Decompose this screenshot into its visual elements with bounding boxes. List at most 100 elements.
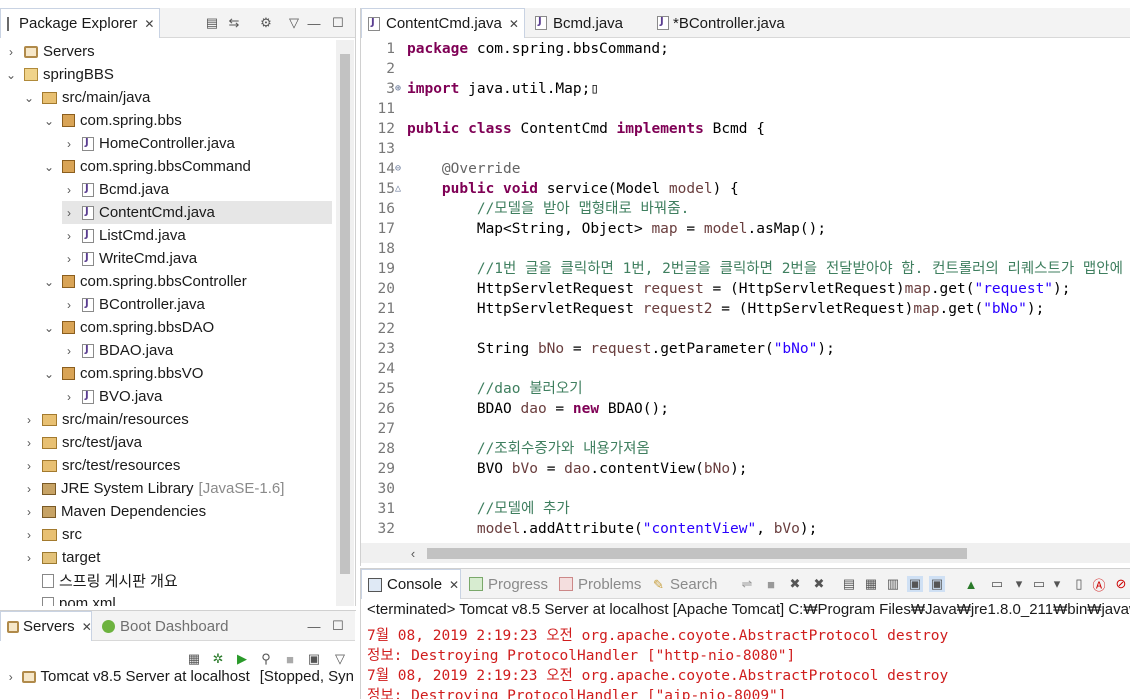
word-wrap-icon[interactable]: ▥: [885, 576, 901, 592]
code-line[interactable]: 24: [361, 359, 1130, 379]
chevron-down-icon[interactable]: ⌄: [42, 321, 56, 335]
tree-item-selected[interactable]: › ContentCmd.java: [62, 201, 332, 224]
tree-item[interactable]: › src/test/resources: [22, 454, 180, 477]
tree-item[interactable]: › HomeController.java: [62, 132, 235, 155]
chevron-right-icon[interactable]: ›: [22, 459, 36, 473]
code-line[interactable]: 30: [361, 479, 1130, 499]
chevron-down-icon[interactable]: ⌄: [42, 114, 56, 128]
code-line[interactable]: 11: [361, 99, 1130, 119]
chevron-right-icon[interactable]: ›: [22, 436, 36, 450]
chevron-right-icon[interactable]: ›: [22, 413, 36, 427]
tree-item[interactable]: › Bcmd.java: [62, 178, 169, 201]
chevron-right-icon[interactable]: ›: [62, 344, 76, 358]
code-area[interactable]: 1 package com.spring.bbsCommand; 2 3 ⊕ import…: [361, 39, 1130, 541]
code-line[interactable]: 16 //모델을 받아 맵형태로 바꿔줌.: [361, 199, 1130, 219]
chevron-right-icon[interactable]: ›: [4, 670, 18, 684]
close-icon[interactable]: ✕: [82, 620, 92, 634]
chevron-down-icon[interactable]: ⌄: [22, 91, 36, 105]
code-line[interactable]: 21 HttpServletRequest request2 = (HttpSe…: [361, 299, 1130, 319]
fold-toggle-icon[interactable]: △: [395, 179, 405, 199]
minimize-icon[interactable]: ▯: [1071, 576, 1087, 592]
code-line[interactable]: 22: [361, 319, 1130, 339]
code-line[interactable]: 31 //모델에 추가: [361, 499, 1130, 519]
tab-search[interactable]: ✎ Search: [647, 569, 724, 599]
tree-item[interactable]: › src/main/resources: [22, 408, 189, 431]
minimize-icon[interactable]: —: [306, 15, 322, 31]
tree-item[interactable]: › Maven Dependencies: [22, 500, 206, 523]
remove-launch-icon[interactable]: ✖: [787, 576, 803, 592]
tab-servers[interactable]: Servers ✕: [0, 611, 92, 641]
code-line[interactable]: 32 model.addAttribute("contentView", bVo…: [361, 519, 1130, 539]
code-line[interactable]: 13: [361, 139, 1130, 159]
tree-item[interactable]: › src/test/java: [22, 431, 142, 454]
tree-item[interactable]: › BDAO.java: [62, 339, 173, 362]
tab-boot-dashboard[interactable]: Boot Dashboard: [96, 611, 234, 641]
tree-scrollbar[interactable]: [336, 40, 354, 606]
scrollbar-thumb[interactable]: [427, 548, 967, 559]
chevron-right-icon[interactable]: ›: [62, 252, 76, 266]
maximize-icon[interactable]: ☐: [330, 618, 346, 634]
dropdown-icon[interactable]: ▾: [1011, 576, 1027, 592]
chevron-down-icon[interactable]: ⌄: [4, 68, 18, 82]
code-line[interactable]: 3 ⊕ import java.util.Map;▯: [361, 79, 1130, 99]
tab-progress[interactable]: Progress: [463, 569, 554, 599]
tree-item[interactable]: pom.xml: [22, 592, 116, 606]
code-line[interactable]: 15 △ public void service(Model model) {: [361, 179, 1130, 199]
tree-item[interactable]: › BVO.java: [62, 385, 162, 408]
tab-problems[interactable]: Problems: [553, 569, 647, 599]
maximize-icon[interactable]: ☐: [330, 15, 346, 31]
code-line[interactable]: 23 String bNo = request.getParameter("bN…: [361, 339, 1130, 359]
scroll-left-icon[interactable]: ‹: [405, 545, 421, 561]
show-on-stderr-icon[interactable]: ▣: [929, 576, 945, 592]
scrollbar-thumb[interactable]: [340, 54, 350, 574]
tree-item[interactable]: 스프링 게시판 개요: [22, 569, 178, 592]
tree-item[interactable]: ⌄ com.spring.bbsVO: [42, 362, 203, 385]
collapse-all-icon[interactable]: ▤: [204, 15, 220, 31]
show-on-stdout-icon[interactable]: ▣: [907, 576, 923, 592]
code-line[interactable]: 27: [361, 419, 1130, 439]
scroll-lock-icon[interactable]: ▦: [863, 576, 879, 592]
disconnect-icon[interactable]: ⇌: [739, 576, 755, 592]
tree-item[interactable]: › target: [22, 546, 100, 569]
chevron-right-icon[interactable]: ›: [22, 528, 36, 542]
filter-icon[interactable]: ⚙: [258, 15, 274, 31]
tree-item[interactable]: ⌄ springBBS: [4, 63, 114, 86]
close-icon[interactable]: ✕: [509, 17, 519, 31]
chevron-down-icon[interactable]: ⌄: [42, 275, 56, 289]
code-line[interactable]: 2: [361, 59, 1130, 79]
chevron-right-icon[interactable]: ›: [62, 390, 76, 404]
chevron-right-icon[interactable]: ›: [62, 206, 76, 220]
close-icon[interactable]: ✕: [449, 578, 459, 592]
chevron-down-icon[interactable]: ⌄: [42, 367, 56, 381]
tree-item[interactable]: › Servers: [4, 40, 95, 63]
ant-icon[interactable]: Ⓐ: [1091, 576, 1107, 593]
chevron-right-icon[interactable]: ›: [22, 482, 36, 496]
tree-item[interactable]: ⌄ com.spring.bbsController: [42, 270, 247, 293]
tree-item[interactable]: › src: [22, 523, 82, 546]
clear-console-icon[interactable]: ▤: [841, 576, 857, 592]
tab-package-explorer[interactable]: Package Explorer ✕: [0, 8, 160, 38]
chevron-right-icon[interactable]: ›: [62, 137, 76, 151]
minimize-icon[interactable]: —: [306, 618, 322, 634]
chevron-right-icon[interactable]: ›: [22, 551, 36, 565]
chevron-down-icon[interactable]: ⌄: [42, 160, 56, 174]
server-row[interactable]: › Tomcat v8.5 Server at localhost [Stopp…: [4, 665, 354, 688]
dropdown-icon[interactable]: ▾: [1049, 576, 1065, 592]
tab-contentcmd[interactable]: ContentCmd.java ✕: [361, 8, 525, 38]
code-line[interactable]: 17 Map<String, Object> map = model.asMap…: [361, 219, 1130, 239]
tree-item[interactable]: ⌄ src/main/java: [22, 86, 150, 109]
close-icon[interactable]: ✕: [144, 17, 154, 31]
chevron-right-icon[interactable]: ›: [62, 298, 76, 312]
chevron-right-icon[interactable]: ›: [22, 505, 36, 519]
code-line[interactable]: 29 BVO bVo = dao.contentView(bNo);: [361, 459, 1130, 479]
tree-item[interactable]: › BController.java: [62, 293, 205, 316]
remove-all-icon[interactable]: ✖: [811, 576, 827, 592]
fold-toggle-icon[interactable]: ⊕: [395, 79, 405, 99]
terminate-icon[interactable]: ■: [763, 576, 779, 592]
chevron-right-icon[interactable]: ›: [62, 183, 76, 197]
tree-item[interactable]: ⌄ com.spring.bbs: [42, 109, 182, 132]
fold-toggle-icon[interactable]: ⊖: [395, 159, 405, 179]
pin-console-icon[interactable]: ▲: [963, 576, 979, 592]
view-menu-icon[interactable]: ▽: [286, 15, 302, 31]
code-line[interactable]: 25 //dao 불러오기: [361, 379, 1130, 399]
